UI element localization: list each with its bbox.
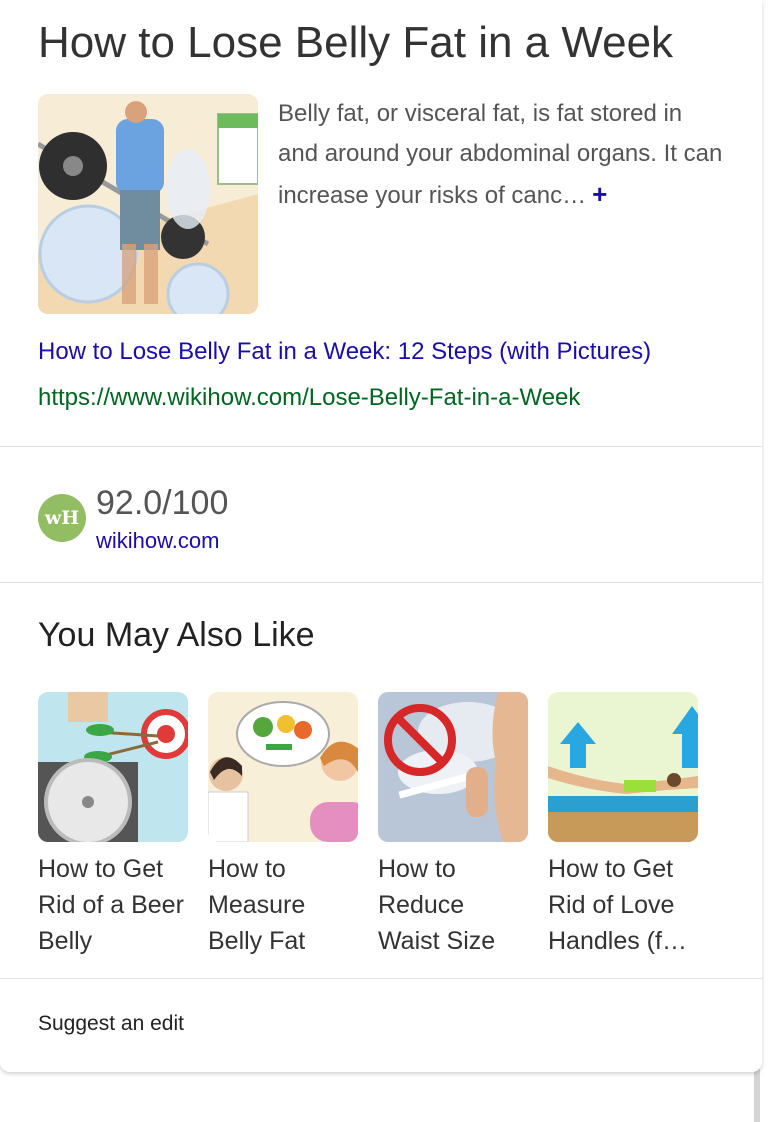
dartboard-scale-icon xyxy=(38,692,188,842)
rating-source-link[interactable]: wikihow.com xyxy=(96,528,219,554)
description: Belly fat, or visceral fat, is fat store… xyxy=(278,94,728,216)
deadlift-illustration-icon xyxy=(38,94,258,314)
related-section-title: You May Also Like xyxy=(38,616,315,654)
related-item-label: How to Reduce Waist Size xyxy=(378,855,496,955)
result-url: https://www.wikihow.com/Lose-Belly-Fat-i… xyxy=(38,384,581,411)
rating-score: 92.0/100 xyxy=(96,484,229,522)
related-item-label: How to Get Rid of a Beer Belly xyxy=(38,855,184,955)
related-item[interactable]: How to Get Rid of Love Handles (f… xyxy=(548,692,698,959)
related-item-label: How to Get Rid of Love Handles (f… xyxy=(548,855,687,955)
description-text: Belly fat, or visceral fat, is fat store… xyxy=(278,100,723,209)
divider xyxy=(0,978,762,979)
related-item[interactable]: How to Measure Belly Fat xyxy=(208,692,358,959)
divider xyxy=(0,582,762,583)
related-item-label: How to Measure Belly Fat xyxy=(208,855,306,955)
result-title-link[interactable]: How to Lose Belly Fat in a Week: 12 Step… xyxy=(38,338,651,366)
divider xyxy=(0,446,762,447)
doctor-patient-icon xyxy=(208,692,358,842)
expand-plus-icon[interactable]: + xyxy=(592,179,607,209)
wikihow-logo: wH xyxy=(38,494,86,542)
suggest-edit-link[interactable]: Suggest an edit xyxy=(38,1012,184,1036)
hero-image[interactable] xyxy=(38,94,258,314)
superman-exercise-icon xyxy=(548,692,698,842)
related-item[interactable]: How to Get Rid of a Beer Belly xyxy=(38,692,188,959)
panel-title: How to Lose Belly Fat in a Week xyxy=(38,18,674,67)
related-item[interactable]: How to Reduce Waist Size xyxy=(378,692,528,959)
knowledge-panel: How to Lose Belly Fat in a Week Belly fa… xyxy=(0,0,762,1072)
no-smoking-icon xyxy=(378,692,528,842)
